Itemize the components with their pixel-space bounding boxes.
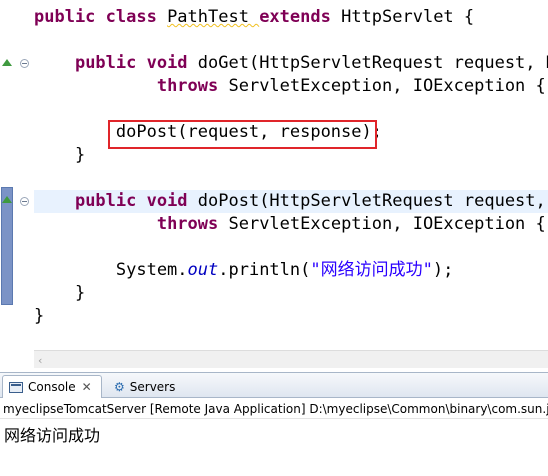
code-line: public class PathTest extends HttpServle… [34,6,474,29]
tab-servers[interactable]: ⚙ Servers [108,375,181,398]
code-text: System. [34,260,188,280]
scroll-left-icon[interactable]: ‹ [38,354,42,367]
code-keyword: throws [156,76,229,96]
code-text: doPost(HttpServletRequest request, H [197,191,548,211]
tab-console[interactable]: Console ✕ [2,375,102,398]
code-keyword: public void [74,191,198,211]
code-text: ServletException, IOException { [228,76,546,96]
override-marker-icon [2,59,12,66]
console-icon [9,381,23,393]
code-line: System.out.println("网络访问成功"); [34,259,453,282]
horizontal-scrollbar[interactable]: ‹ [34,350,548,368]
console-output-area[interactable]: 网络访问成功 [0,420,548,476]
code-string: "网络访问成功" [310,260,433,280]
code-keyword: public class [34,7,168,27]
console-output-text: 网络访问成功 [4,426,101,445]
editor-ruler [14,0,34,370]
code-text: PathTest [167,7,260,27]
code-line: public void doGet(HttpServletRequest req… [34,52,548,75]
code-line: throws ServletException, IOException { [34,75,546,98]
collapse-icon[interactable] [20,59,29,68]
gutter-range-indicator [1,187,13,305]
code-keyword: extends [259,7,342,27]
code-text: } [34,145,86,165]
editor-gutter [0,0,14,370]
console-tab-bar: Console ✕ ⚙ Servers [0,372,548,398]
tab-servers-label: Servers [129,379,176,394]
console-launch-header: myeclipseTomcatServer [Remote Java Appli… [0,399,548,419]
code-text: ); [432,260,454,280]
code-text: } [34,306,45,326]
code-keyword: public void [74,53,198,73]
code-line: } [34,144,85,167]
code-line: } [34,282,85,305]
code-editor[interactable]: public class PathTest extends HttpServle… [0,0,548,370]
code-line: throws ServletException, IOException { [34,213,546,236]
servers-icon: ⚙ [114,379,125,394]
close-icon[interactable]: ✕ [82,380,92,394]
code-text: HttpServlet { [341,7,475,27]
tab-console-label: Console [28,380,76,394]
code-text: doGet(HttpServletRequest request, Ht [197,53,548,73]
code-text: ServletException, IOException { [228,214,546,234]
code-text: .println( [218,260,311,280]
code-line: public void doPost(HttpServletRequest re… [34,190,548,213]
code-field: out [187,260,219,280]
code-keyword: throws [156,214,229,234]
highlight-annotation-box [108,120,377,149]
code-text: } [34,283,86,303]
override-marker-icon [2,196,12,203]
collapse-icon[interactable] [20,197,29,206]
code-line: } [34,305,44,328]
